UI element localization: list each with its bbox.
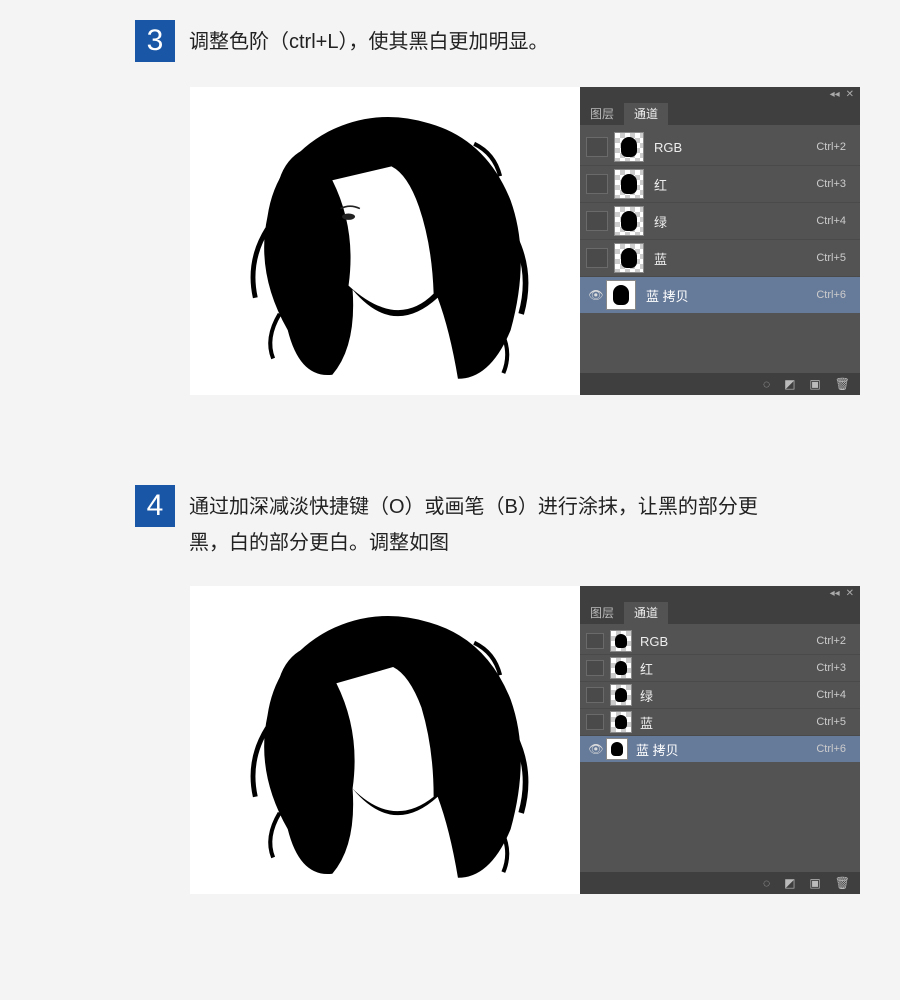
visibility-toggle[interactable] (586, 248, 608, 268)
step-number-badge: 4 (135, 485, 175, 527)
channel-thumbnail (606, 738, 628, 760)
channel-name: 蓝 拷贝 (636, 740, 816, 759)
visibility-eye-icon[interactable]: 👁 (586, 739, 606, 759)
preview-canvas (190, 87, 580, 395)
tutorial-step: 4 通过加深减淡快捷键（O）或画笔（B）进行涂抹，让黑的部分更黑，白的部分更白。… (0, 485, 900, 894)
channel-list: RGB Ctrl+2 红 Ctrl+3 绿 Ctrl+4 蓝 Ctrl+5 (580, 125, 860, 373)
channels-panel: ◂◂ ✕ 图层 通道 RGB Ctrl+2 红 Ctrl+3 绿 (580, 586, 860, 894)
channel-row[interactable]: 绿 Ctrl+4 (580, 681, 860, 708)
channel-name: 蓝 拷贝 (646, 286, 816, 305)
channel-shortcut: Ctrl+3 (816, 662, 860, 674)
panel-footer: ◌ ◩ ▣ 🗑 (580, 872, 860, 894)
new-channel-icon[interactable]: ▣ (809, 377, 820, 391)
channel-shortcut: Ctrl+4 (816, 689, 860, 701)
visibility-toggle[interactable] (586, 660, 604, 676)
tab-channels[interactable]: 通道 (624, 103, 668, 125)
channels-panel: ◂◂ ✕ 图层 通道 RGB Ctrl+2 红 Ctrl+3 绿 (580, 87, 860, 395)
tab-layers[interactable]: 图层 (580, 103, 624, 125)
tutorial-step: 3 调整色阶（ctrl+L），使其黑白更加明显。 ◂◂ ✕ 图层 通道 (0, 20, 900, 395)
channel-row[interactable]: 红 Ctrl+3 (580, 654, 860, 681)
new-channel-icon[interactable]: ▣ (809, 876, 820, 890)
channel-thumbnail (610, 711, 632, 733)
close-icon[interactable]: ✕ (846, 89, 854, 100)
channel-row[interactable]: 👁 蓝 拷贝 Ctrl+6 (580, 735, 860, 762)
mask-icon[interactable]: ◩ (784, 876, 795, 890)
step-instruction-text: 通过加深减淡快捷键（O）或画笔（B）进行涂抹，让黑的部分更黑，白的部分更白。调整… (189, 485, 780, 561)
step-instruction-text: 调整色阶（ctrl+L），使其黑白更加明显。 (189, 20, 548, 60)
channel-thumbnail (606, 280, 636, 310)
channel-row[interactable]: 绿 Ctrl+4 (580, 202, 860, 239)
panel-footer: ◌ ◩ ▣ 🗑 (580, 373, 860, 395)
channel-row[interactable]: RGB Ctrl+2 (580, 129, 860, 165)
panel-tabs: 图层 通道 (580, 600, 860, 624)
channel-thumbnail (610, 630, 632, 652)
channel-thumbnail (614, 243, 644, 273)
channel-name: 绿 (640, 686, 816, 705)
collapse-icon[interactable]: ◂◂ (830, 588, 840, 599)
channel-name: RGB (640, 634, 816, 649)
visibility-toggle[interactable] (586, 174, 608, 194)
channel-shortcut: Ctrl+3 (816, 178, 860, 190)
delete-icon[interactable]: 🗑 (835, 876, 850, 890)
panel-top-bar: ◂◂ ✕ (580, 586, 860, 600)
visibility-toggle[interactable] (586, 633, 604, 649)
visibility-toggle[interactable] (586, 211, 608, 231)
channel-thumbnail (610, 684, 632, 706)
channel-shortcut: Ctrl+5 (816, 716, 860, 728)
tab-channels[interactable]: 通道 (624, 602, 668, 624)
channel-name: RGB (654, 140, 816, 155)
channel-shortcut: Ctrl+2 (816, 141, 860, 153)
visibility-toggle[interactable] (586, 137, 608, 157)
channel-name: 蓝 (640, 713, 816, 732)
channel-row[interactable]: 红 Ctrl+3 (580, 165, 860, 202)
channel-shortcut: Ctrl+2 (816, 635, 860, 647)
channel-shortcut: Ctrl+4 (816, 215, 860, 227)
channel-shortcut: Ctrl+5 (816, 252, 860, 264)
panel-tabs: 图层 通道 (580, 101, 860, 125)
channel-row[interactable]: 👁 蓝 拷贝 Ctrl+6 (580, 276, 860, 313)
tab-layers[interactable]: 图层 (580, 602, 624, 624)
channel-thumbnail (610, 657, 632, 679)
channel-thumbnail (614, 206, 644, 236)
visibility-eye-icon[interactable]: 👁 (586, 285, 606, 305)
step-number-badge: 3 (135, 20, 175, 62)
channel-shortcut: Ctrl+6 (816, 743, 860, 755)
mask-icon[interactable]: ◩ (784, 377, 795, 391)
channel-list: RGB Ctrl+2 红 Ctrl+3 绿 Ctrl+4 蓝 Ctrl+5 (580, 624, 860, 872)
channel-row[interactable]: 蓝 Ctrl+5 (580, 708, 860, 735)
channel-thumbnail (614, 132, 644, 162)
selection-icon[interactable]: ◌ (763, 876, 770, 890)
preview-canvas (190, 586, 580, 894)
visibility-toggle[interactable] (586, 687, 604, 703)
step-figure: ◂◂ ✕ 图层 通道 RGB Ctrl+2 红 Ctrl+3 绿 (190, 87, 900, 395)
visibility-toggle[interactable] (586, 714, 604, 730)
selection-icon[interactable]: ◌ (763, 377, 770, 391)
channel-name: 红 (640, 659, 816, 678)
channel-thumbnail (614, 169, 644, 199)
channel-shortcut: Ctrl+6 (816, 289, 860, 301)
delete-icon[interactable]: 🗑 (835, 377, 850, 391)
panel-top-bar: ◂◂ ✕ (580, 87, 860, 101)
channel-name: 蓝 (654, 249, 816, 268)
step-figure: ◂◂ ✕ 图层 通道 RGB Ctrl+2 红 Ctrl+3 绿 (190, 586, 900, 894)
channel-name: 红 (654, 175, 816, 194)
collapse-icon[interactable]: ◂◂ (830, 89, 840, 100)
channel-row[interactable]: RGB Ctrl+2 (580, 628, 860, 654)
channel-row[interactable]: 蓝 Ctrl+5 (580, 239, 860, 276)
channel-name: 绿 (654, 212, 816, 231)
close-icon[interactable]: ✕ (846, 588, 854, 599)
